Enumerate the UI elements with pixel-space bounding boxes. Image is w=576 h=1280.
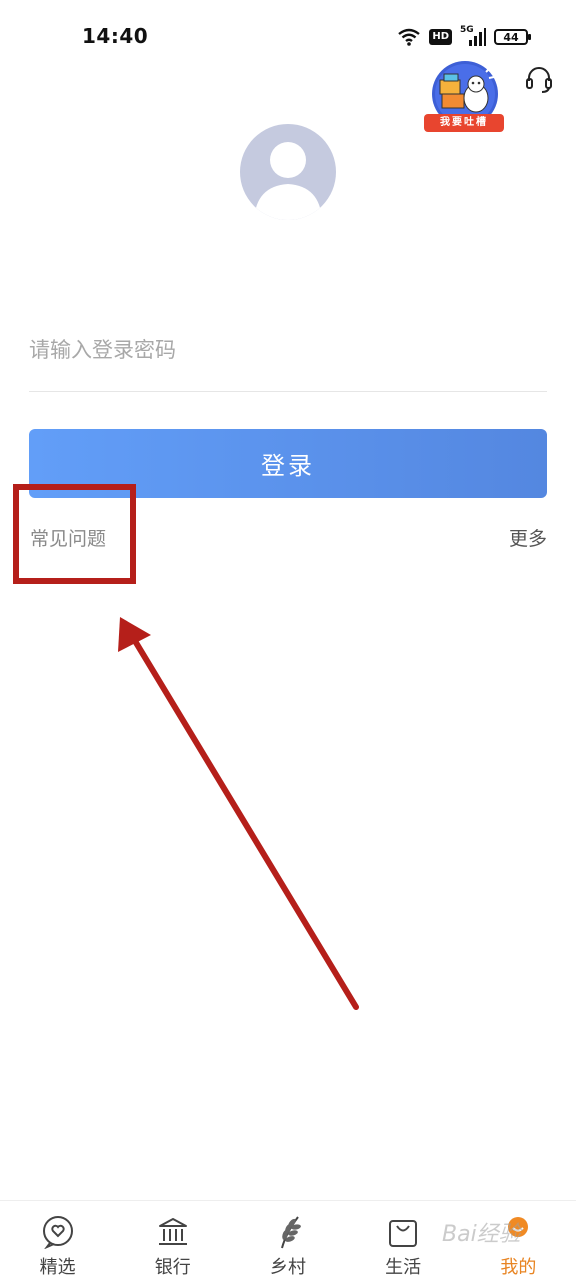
hd-badge: HD	[429, 29, 452, 45]
nav-label: 银行	[154, 1257, 191, 1278]
more-link[interactable]: 更多	[509, 524, 547, 551]
feedback-mascot-icon	[432, 61, 498, 122]
nav-item-bank[interactable]: 银行	[115, 1201, 230, 1280]
nav-label: 精选	[39, 1257, 76, 1278]
bank-icon	[158, 1218, 187, 1245]
annotation-highlight-box	[13, 484, 136, 584]
avatar[interactable]	[240, 124, 336, 220]
password-input[interactable]	[29, 320, 547, 380]
feedback-label: 我要吐槽	[424, 114, 504, 132]
shopping-bag-icon	[389, 1220, 418, 1247]
nav-label: 生活	[385, 1257, 422, 1278]
headset-icon[interactable]	[524, 64, 554, 94]
battery-icon: 44	[494, 29, 531, 45]
wifi-icon	[398, 28, 421, 46]
nav-item-featured[interactable]: 精选	[0, 1201, 115, 1280]
nav-item-village[interactable]: 乡村	[230, 1201, 345, 1280]
heart-bubble-icon	[42, 1216, 73, 1249]
wheat-icon	[281, 1216, 301, 1249]
watermark: Bai经验	[442, 1222, 521, 1247]
default-user-icon	[254, 142, 322, 220]
status-time: 14:40	[82, 24, 149, 48]
status-icons: HD 5G 44	[397, 25, 531, 48]
cellular-signal-icon: 5G	[460, 25, 486, 47]
nav-label: 我的	[500, 1257, 537, 1278]
password-field	[29, 320, 547, 392]
nav-label: 乡村	[269, 1257, 306, 1278]
feedback-promo-badge[interactable]: 我要吐槽	[424, 60, 506, 132]
